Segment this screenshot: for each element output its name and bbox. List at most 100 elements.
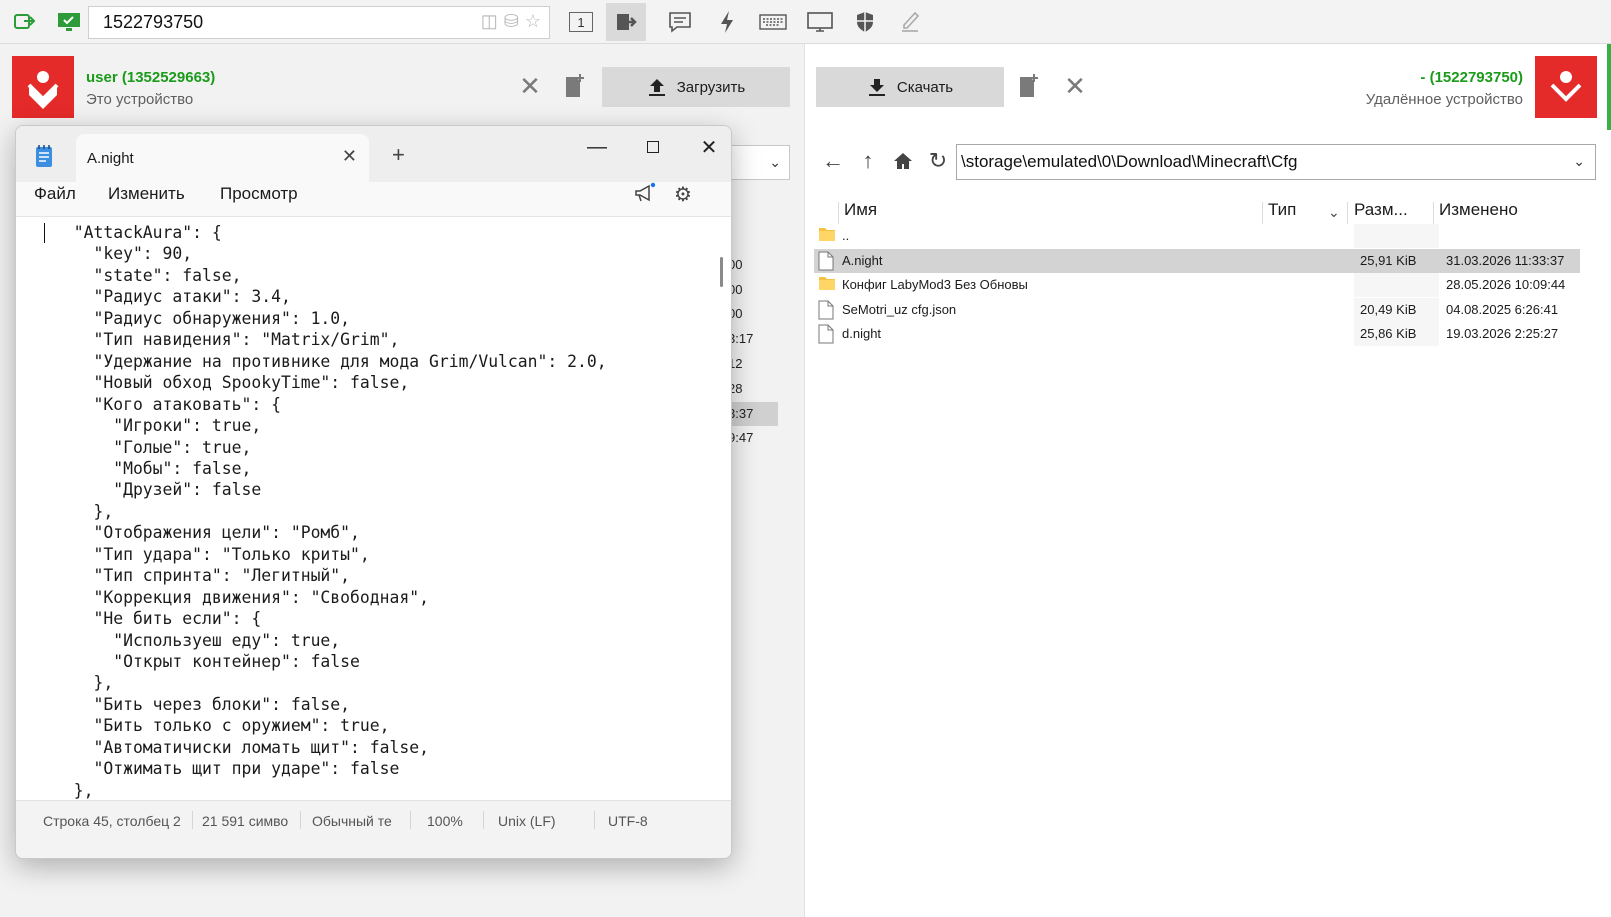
settings-gear-icon[interactable]: ⚙ <box>674 182 692 207</box>
file-row[interactable]: .. <box>814 224 1580 248</box>
notepad-tab-title: A.night <box>87 150 134 167</box>
text-line: "Тип удара": "Только криты", <box>54 544 370 564</box>
home-icon[interactable] <box>890 148 916 174</box>
remote-desktop-window: 1522793750 ◫ ⛁ ☆ 1 user (1352529663) Это… <box>0 0 1611 917</box>
close-window-icon[interactable]: ✕ <box>686 132 731 162</box>
upload-button[interactable]: Загрузить <box>602 67 790 107</box>
text-line: "Радиус обнаружения": 1.0, <box>54 308 351 328</box>
text-line: }, <box>54 501 114 521</box>
back-arrow-icon[interactable]: ← <box>820 148 846 174</box>
session-number-button[interactable]: 1 <box>566 7 596 37</box>
text-line: "Друзей": false <box>54 480 262 500</box>
text-line: "Бить через блоки": false, <box>54 694 351 714</box>
display-icon[interactable] <box>805 7 835 37</box>
connection-status-icon[interactable] <box>10 7 40 37</box>
status-encoding[interactable]: UTF-8 <box>608 813 648 829</box>
chevron-down-icon[interactable]: ⌄ <box>1573 153 1585 170</box>
text-caret <box>44 223 45 243</box>
file-modified: 31.03.2026 11:33:37 <box>1446 252 1565 268</box>
chat-icon[interactable] <box>665 7 695 37</box>
menu-file[interactable]: Файл <box>34 184 76 214</box>
file-size: 25,86 KiB <box>1354 322 1439 346</box>
local-path-dropdown[interactable]: ⌄ <box>728 145 790 180</box>
shield-icon[interactable] <box>850 7 880 37</box>
notepad-tab[interactable]: A.night ✕ <box>76 134 369 182</box>
folder-icon <box>818 275 836 295</box>
text-line: "Удержание на противнике для мода Grim/V… <box>54 351 607 371</box>
notepad-text-area[interactable]: "AttackAura": { "key": 90, "state": fals… <box>16 216 731 802</box>
file-icon <box>818 300 836 320</box>
disk-icon[interactable]: ⛁ <box>504 11 519 32</box>
remote-id-field[interactable]: 1522793750 ◫ ⛁ ☆ <box>88 6 550 39</box>
local-device-badge <box>12 56 74 118</box>
remote-path-text: \storage\emulated\0\Download\Minecraft\C… <box>961 152 1298 171</box>
anydesk-logo-icon <box>27 71 59 109</box>
menu-view[interactable]: Просмотр <box>220 184 298 214</box>
text-line: "Кого атаковать": { <box>54 394 281 414</box>
file-row[interactable]: SeMotri_uz cfg.json 20,49 KiB 04.08.2025 6… <box>814 298 1580 322</box>
status-line-ending[interactable]: Unix (LF) <box>498 813 556 829</box>
text-line: "Радиус атаки": 3.4, <box>54 287 291 307</box>
file-row[interactable]: d.night 25,86 KiB 19.03.2026 2:25:27 <box>814 322 1580 346</box>
local-device-name: user (1352529663) <box>86 69 216 86</box>
screen-icon[interactable]: ◫ <box>481 11 498 32</box>
text-line: "Отображения цели": "Ромб", <box>54 523 360 543</box>
minimize-icon[interactable]: — <box>574 132 620 162</box>
folder-icon <box>818 226 836 246</box>
file-name: Конфиг LabyMod3 Без Обновы <box>842 277 1028 293</box>
keyboard-icon[interactable] <box>758 7 788 37</box>
file-transfer-icon[interactable] <box>606 3 646 41</box>
text-line: "Голые": true, <box>54 437 252 457</box>
new-tab-icon[interactable]: + <box>392 142 405 168</box>
menu-edit[interactable]: Изменить <box>108 184 185 214</box>
text-line: "Отжимать щит при ударе": false <box>54 759 400 779</box>
text-line: "Автоматичиски ломать щит": false, <box>54 737 429 757</box>
local-close-icon[interactable]: ✕ <box>515 71 545 101</box>
local-new-file-icon[interactable] <box>560 71 590 101</box>
text-line: }, <box>54 673 114 693</box>
file-name: .. <box>842 228 850 243</box>
maximize-icon[interactable] <box>630 132 676 162</box>
file-modified: 28.05.2026 10:09:44 <box>1446 277 1566 293</box>
upload-icon <box>648 79 665 96</box>
star-icon[interactable]: ☆ <box>525 11 541 32</box>
file-row[interactable]: A.night 25,91 KiB 31.03.2026 11:33:37 <box>814 248 1580 273</box>
text-line: "Не бить если": { <box>54 609 262 629</box>
text-line: "Коррекция движения": "Свободная", <box>54 587 429 607</box>
remote-device-badge <box>1535 56 1597 118</box>
file-modified: 04.08.2025 6:26:41 <box>1446 301 1559 317</box>
column-header-size[interactable]: Разм... <box>1354 200 1408 220</box>
action-icon[interactable] <box>712 7 742 37</box>
refresh-icon[interactable]: ↻ <box>925 148 951 174</box>
status-zoom[interactable]: 100% <box>427 813 463 829</box>
column-separator <box>838 202 839 224</box>
announcement-icon[interactable] <box>634 182 656 209</box>
remote-close-icon[interactable]: ✕ <box>1060 71 1090 101</box>
anydesk-logo-icon <box>1550 71 1582 102</box>
sort-chevron-icon[interactable]: ⌄ <box>1328 204 1340 221</box>
text-line: "Игроки": true, <box>54 416 262 436</box>
pen-icon[interactable] <box>895 7 925 37</box>
monitor-icon[interactable] <box>54 7 84 37</box>
column-header-modified[interactable]: Изменено <box>1439 200 1518 220</box>
text-line: "key": 90, <box>54 244 193 264</box>
download-label: Скачать <box>896 78 954 96</box>
column-header-type[interactable]: Тип <box>1268 200 1296 220</box>
column-header-name[interactable]: Имя <box>844 200 877 220</box>
file-size <box>1354 273 1439 297</box>
status-mode: Обычный те <box>312 813 392 829</box>
column-separator <box>1262 202 1263 224</box>
file-row[interactable]: Конфиг LabyMod3 Без Обновы 28.05.2026 10:… <box>814 273 1580 297</box>
text-line: "Тип спринта": "Легитный", <box>54 566 351 586</box>
file-size: 20,49 KiB <box>1354 298 1439 322</box>
text-line: }, <box>54 780 94 800</box>
text-line: "Тип навидения": "Matrix/Grim", <box>54 330 400 350</box>
scrollbar-thumb[interactable] <box>720 257 723 287</box>
remote-path-input[interactable]: \storage\emulated\0\Download\Minecraft\C… <box>956 144 1596 180</box>
file-icon <box>818 324 836 344</box>
download-button[interactable]: Скачать <box>816 67 1004 107</box>
up-arrow-icon[interactable]: ↑ <box>855 148 881 174</box>
tab-close-icon[interactable]: ✕ <box>342 146 357 167</box>
top-toolbar: 1522793750 ◫ ⛁ ☆ 1 <box>0 0 1611 44</box>
remote-new-file-icon[interactable] <box>1014 71 1044 101</box>
